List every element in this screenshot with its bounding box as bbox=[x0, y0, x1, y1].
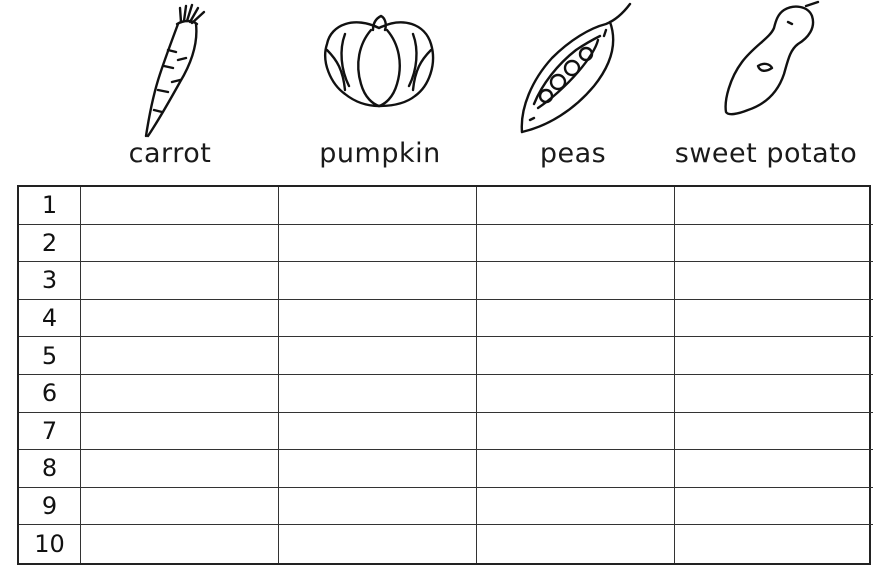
row-number: 8 bbox=[19, 450, 81, 488]
tally-cell-carrot[interactable] bbox=[81, 450, 279, 488]
sweet-potato-icon bbox=[724, 0, 820, 116]
column-header-pumpkin: pumpkin bbox=[285, 0, 475, 182]
tally-cell-peas[interactable] bbox=[477, 487, 675, 526]
row-number: 10 bbox=[19, 525, 81, 563]
tally-cell-carrot[interactable] bbox=[81, 262, 279, 300]
tally-cell-sweet-potato[interactable] bbox=[675, 262, 873, 300]
tally-cell-carrot[interactable] bbox=[81, 525, 279, 563]
vegetable-label-peas: peas bbox=[539, 138, 607, 169]
tally-grid: 1 2 3 4 5 6 7 8 9 10 bbox=[17, 185, 873, 565]
vegetable-label-sweet-potato: sweet potato bbox=[674, 138, 858, 169]
tally-cell-pumpkin[interactable] bbox=[279, 487, 477, 526]
column-header-sweet-potato: sweet potato bbox=[670, 0, 862, 182]
tally-cell-pumpkin[interactable] bbox=[279, 224, 477, 263]
tally-cell-peas[interactable] bbox=[477, 412, 675, 451]
tally-cell-peas[interactable] bbox=[477, 337, 675, 375]
tally-cell-carrot[interactable] bbox=[81, 337, 279, 375]
tally-cell-carrot[interactable] bbox=[81, 187, 279, 225]
pumpkin-icon bbox=[324, 14, 435, 108]
tally-cell-sweet-potato[interactable] bbox=[675, 300, 873, 338]
vegetable-label-pumpkin: pumpkin bbox=[319, 138, 441, 169]
tally-cell-sweet-potato[interactable] bbox=[675, 375, 873, 413]
tally-cell-sweet-potato[interactable] bbox=[675, 525, 873, 563]
tally-cell-pumpkin[interactable] bbox=[279, 374, 477, 413]
tally-cell-peas[interactable] bbox=[477, 262, 675, 300]
tally-cell-sweet-potato[interactable] bbox=[675, 187, 873, 225]
tally-cell-carrot[interactable] bbox=[81, 299, 279, 338]
column-header-carrot: carrot bbox=[80, 0, 260, 182]
tally-cell-peas[interactable] bbox=[477, 187, 675, 225]
tally-cell-carrot[interactable] bbox=[81, 412, 279, 451]
column-header-peas: peas bbox=[478, 0, 668, 182]
carrot-icon bbox=[144, 3, 206, 138]
tally-cell-peas[interactable] bbox=[477, 224, 675, 263]
tally-cell-pumpkin[interactable] bbox=[279, 299, 477, 338]
row-number: 1 bbox=[19, 187, 81, 225]
row-number: 5 bbox=[19, 337, 81, 375]
tally-cell-sweet-potato[interactable] bbox=[675, 488, 873, 526]
tally-cell-peas[interactable] bbox=[477, 450, 675, 488]
row-number: 4 bbox=[19, 299, 81, 338]
tally-cell-carrot[interactable] bbox=[81, 224, 279, 263]
row-number: 3 bbox=[19, 262, 81, 300]
tally-cell-pumpkin[interactable] bbox=[279, 450, 477, 488]
tally-cell-peas[interactable] bbox=[477, 525, 675, 563]
row-number: 6 bbox=[19, 374, 81, 413]
tally-cell-pumpkin[interactable] bbox=[279, 412, 477, 451]
tally-cell-sweet-potato[interactable] bbox=[675, 337, 873, 375]
tally-cell-sweet-potato[interactable] bbox=[675, 225, 873, 263]
vegetable-label-carrot: carrot bbox=[128, 138, 212, 169]
peas-pod-icon bbox=[520, 2, 632, 134]
tally-cell-sweet-potato[interactable] bbox=[675, 413, 873, 451]
tally-cell-sweet-potato[interactable] bbox=[675, 450, 873, 488]
tally-cell-pumpkin[interactable] bbox=[279, 262, 477, 300]
tally-cell-peas[interactable] bbox=[477, 374, 675, 413]
tally-cell-pumpkin[interactable] bbox=[279, 337, 477, 375]
row-number: 9 bbox=[19, 487, 81, 526]
tally-cell-pumpkin[interactable] bbox=[279, 187, 477, 225]
tally-cell-peas[interactable] bbox=[477, 299, 675, 338]
tally-cell-carrot[interactable] bbox=[81, 487, 279, 526]
row-number: 2 bbox=[19, 224, 81, 263]
vegetable-header: carrot pumpkin peas sweet potato bbox=[0, 0, 892, 182]
tally-cell-carrot[interactable] bbox=[81, 374, 279, 413]
row-number: 7 bbox=[19, 412, 81, 451]
tally-cell-pumpkin[interactable] bbox=[279, 525, 477, 563]
